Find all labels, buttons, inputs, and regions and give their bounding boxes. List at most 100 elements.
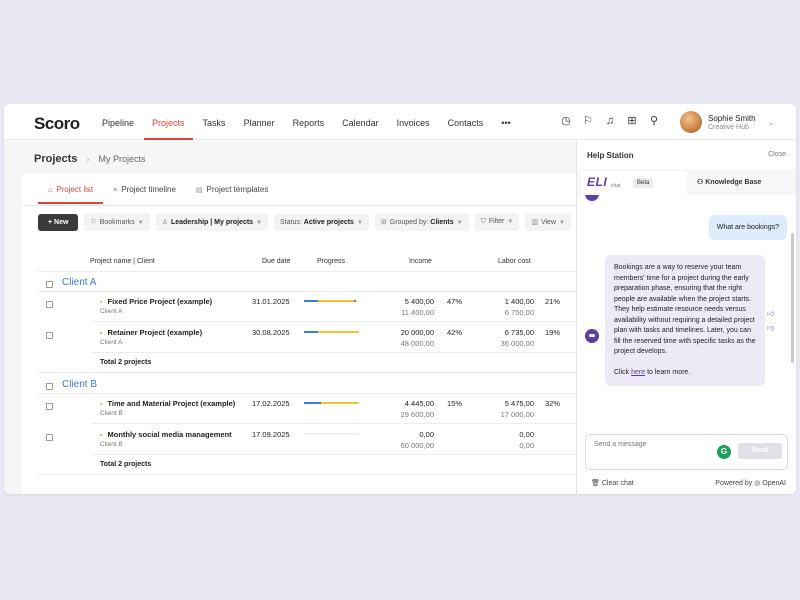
client-name: Client A bbox=[100, 339, 123, 346]
bell-icon[interactable]: ♫ bbox=[604, 115, 616, 127]
tab-project-templates[interactable]: ▤ Project templates bbox=[186, 174, 278, 204]
progress-bar bbox=[304, 433, 359, 435]
income-budget: 29 600,00 bbox=[400, 410, 434, 419]
toolbar: + New ⚐ Bookmarks ▼ ♙ Leadership | My proje… bbox=[38, 213, 571, 231]
income-percent: 42% bbox=[446, 328, 462, 337]
project-name-link[interactable]: ▪ Retainer Project (example) bbox=[100, 328, 202, 337]
nav-item-pipeline[interactable]: Pipeline bbox=[94, 104, 142, 140]
project-type-icon: ▪ bbox=[100, 401, 103, 408]
col-progress[interactable]: Progress bbox=[317, 258, 345, 265]
breadcrumb-current[interactable]: My Projects bbox=[99, 154, 146, 164]
nav-item-tasks[interactable]: Tasks bbox=[195, 104, 234, 140]
tabs: ⌂ Project list ≡ Project timeline ▤ Project… bbox=[38, 174, 278, 204]
group-checkbox[interactable] bbox=[46, 383, 53, 390]
col-labor-cost[interactable]: Labor cost bbox=[498, 258, 531, 265]
group-checkbox[interactable] bbox=[46, 281, 53, 288]
row-checkbox[interactable] bbox=[46, 332, 53, 339]
user-company: Creative Hub bbox=[708, 123, 749, 131]
tab-project-list[interactable]: ⌂ Project list bbox=[38, 174, 104, 204]
nav-item-reports[interactable]: Reports bbox=[285, 104, 333, 140]
project-name-link[interactable]: ▪ Monthly social media management bbox=[100, 430, 232, 439]
labor-value: 0,00 bbox=[519, 430, 534, 439]
user-name: Sophie Smith bbox=[708, 113, 756, 123]
divider bbox=[92, 352, 576, 353]
tab-knowledge-base[interactable]: ⚇ Knowledge Base bbox=[697, 178, 761, 186]
tab-project-timeline[interactable]: ≡ Project timeline bbox=[103, 174, 186, 204]
nav-item-calendar[interactable]: Calendar bbox=[334, 104, 387, 140]
col-income[interactable]: Income bbox=[409, 258, 432, 265]
saved-view-dropdown[interactable]: ♙ Leadership | My projects ▼ bbox=[155, 213, 269, 231]
table-header: Project name | Client Due date Progress … bbox=[22, 255, 576, 271]
project-name-link[interactable]: ▪ Time and Material Project (example) bbox=[100, 399, 235, 408]
chevron-down-icon: ⌄ bbox=[767, 117, 775, 127]
progress-bar bbox=[304, 300, 359, 302]
timeline-icon: ≡ bbox=[113, 187, 118, 194]
tab-eli-chat[interactable]: ELI chat Beta bbox=[581, 171, 687, 195]
labor-percent: 19% bbox=[544, 328, 560, 337]
bot-message: Bookings are a way to reserve your team … bbox=[605, 255, 765, 386]
search-icon[interactable]: ⚲ bbox=[648, 115, 660, 127]
thumbs-up-icon[interactable]: 👍︎ bbox=[767, 309, 774, 318]
progress-segment bbox=[317, 331, 359, 333]
scoro-logo[interactable]: Scoro bbox=[34, 114, 80, 134]
main-content: Projects › My Projects ⌂ Project list ≡ Pr… bbox=[4, 141, 576, 494]
help-tabs: ELI chat Beta ⚇ Knowledge Base bbox=[577, 169, 796, 195]
timer-icon[interactable]: ◷ bbox=[560, 115, 572, 127]
thumbs-down-icon[interactable]: 👎︎ bbox=[767, 323, 774, 332]
filter-button[interactable]: ⛉ Filter ▼ bbox=[474, 213, 520, 231]
labor-percent: 21% bbox=[544, 297, 560, 306]
project-name[interactable]: Monthly social media management bbox=[107, 430, 231, 439]
group-by-dropdown[interactable]: ⊞ Grouped by: Clients ▼ bbox=[374, 213, 469, 231]
labor-value: 1 400,00 bbox=[504, 297, 534, 306]
clear-chat-button[interactable]: 🗑︎ Clear chat bbox=[591, 479, 634, 487]
message-input[interactable] bbox=[594, 441, 704, 448]
labor-value: 5 475,00 bbox=[504, 399, 534, 408]
nav-item-projects[interactable]: Projects bbox=[144, 104, 193, 140]
add-icon[interactable]: ⊞ bbox=[626, 115, 638, 127]
group-header[interactable]: Client A bbox=[62, 277, 96, 288]
due-date: 30.08.2025 bbox=[252, 328, 290, 337]
tab-divider bbox=[22, 205, 576, 206]
grammarly-icon[interactable]: G bbox=[717, 445, 731, 459]
income-budget: 11 400,00 bbox=[401, 308, 434, 317]
status-filter[interactable]: Status: Active projects ▼ bbox=[274, 213, 369, 231]
project-name-link[interactable]: ▪ Fixed Price Project (example) bbox=[100, 297, 212, 306]
bookmark-icon: ⚐ bbox=[90, 219, 97, 226]
bot-message-text: Bookings are a way to reserve your team … bbox=[614, 264, 756, 355]
bookmark-icon[interactable]: ⚐ bbox=[582, 115, 594, 127]
top-nav: Scoro Pipeline Projects Tasks Planner Report… bbox=[4, 104, 796, 140]
learn-more-link[interactable]: here bbox=[631, 369, 645, 376]
row-checkbox[interactable] bbox=[46, 434, 53, 441]
chat-scrollbar[interactable] bbox=[791, 233, 794, 363]
nav-item-invoices[interactable]: Invoices bbox=[389, 104, 438, 140]
project-name[interactable]: Retainer Project (example) bbox=[107, 328, 202, 337]
progress-segment bbox=[320, 402, 359, 404]
row-checkbox[interactable] bbox=[46, 403, 53, 410]
send-button[interactable]: Send bbox=[738, 443, 782, 459]
nav-item-contacts[interactable]: Contacts bbox=[440, 104, 492, 140]
col-due-date[interactable]: Due date bbox=[262, 258, 290, 265]
group-header[interactable]: Client B bbox=[62, 379, 97, 390]
project-type-icon: ▪ bbox=[100, 330, 103, 337]
user-menu[interactable]: Sophie Smith Creative Hub ⌄ bbox=[680, 111, 774, 133]
view-button[interactable]: ▥ View ▼ bbox=[525, 213, 571, 231]
labor-budget: 0,00 bbox=[519, 441, 534, 450]
chat-area: What are bookings? Bookings are a way to… bbox=[577, 195, 796, 431]
close-button[interactable]: Close bbox=[768, 151, 786, 158]
project-list-card: ⌂ Project list ≡ Project timeline ▤ Project… bbox=[22, 174, 576, 494]
row-checkbox[interactable] bbox=[46, 301, 53, 308]
columns-icon: ▥ bbox=[531, 219, 538, 226]
more-menu-icon[interactable]: ••• bbox=[493, 104, 518, 140]
eli-avatar-icon bbox=[585, 329, 599, 343]
powered-by-label: Powered by ◎ OpenAI bbox=[715, 480, 786, 487]
income-percent: 47% bbox=[446, 297, 462, 306]
nav-icons: ◷ ⚐ ♫ ⊞ ⚲ bbox=[560, 115, 660, 127]
col-project-name[interactable]: Project name | Client bbox=[90, 258, 155, 265]
income-value: 5 400,00 bbox=[404, 297, 434, 306]
divider bbox=[38, 393, 576, 394]
new-button[interactable]: + New bbox=[38, 213, 79, 231]
nav-item-planner[interactable]: Planner bbox=[236, 104, 283, 140]
bookmarks-dropdown[interactable]: ⚐ Bookmarks ▼ bbox=[84, 213, 150, 231]
project-name[interactable]: Fixed Price Project (example) bbox=[107, 297, 212, 306]
project-name[interactable]: Time and Material Project (example) bbox=[107, 399, 235, 408]
